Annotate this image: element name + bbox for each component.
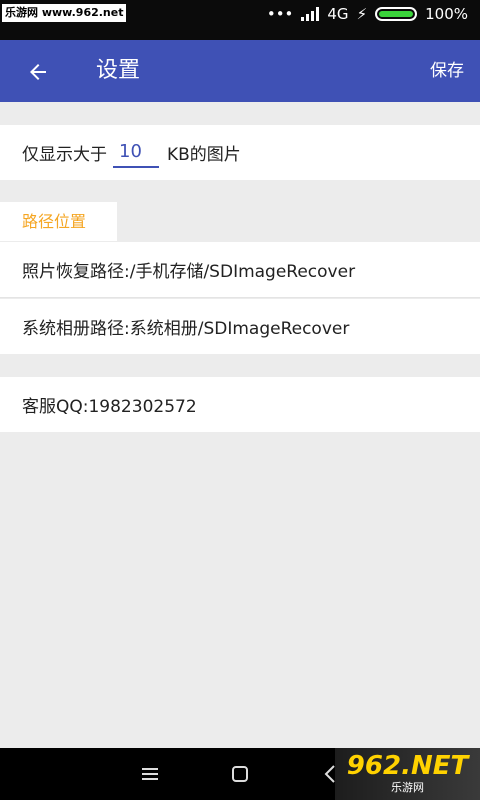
battery-level: 100% (425, 5, 468, 23)
watermark-logo-subtext: 乐游网 (391, 781, 424, 794)
menu-icon (142, 768, 158, 780)
photo-recover-path-text: 照片恢复路径:/手机存储/SDImageRecover (22, 262, 356, 282)
support-qq-item: 客服QQ:1982302572 (0, 377, 480, 432)
page-title: 设置 (96, 58, 141, 83)
size-filter-prefix: 仅显示大于 (22, 145, 107, 165)
battery-icon (375, 7, 418, 21)
size-filter-suffix: KB的图片 (167, 145, 241, 165)
status-bar: 乐游网 www.962.net ••• 4G ⚡ 100% (0, 0, 480, 40)
save-button[interactable]: 保存 (430, 40, 464, 102)
signal-icon (301, 7, 320, 21)
album-path-item[interactable]: 系统相册路径:系统相册/SDImageRecover (0, 299, 480, 354)
home-button[interactable] (215, 748, 265, 800)
back-button[interactable] (18, 52, 58, 92)
size-filter-row: 仅显示大于 KB的图片 (0, 125, 480, 180)
watermark-logo-text: 962.NET (346, 751, 469, 781)
watermark-label: 乐游网 www.962.net (2, 4, 127, 22)
site-watermark-logo: 962.NET 乐游网 (335, 748, 480, 800)
support-qq-text: 客服QQ:1982302572 (22, 397, 197, 417)
status-icons: ••• 4G ⚡ 100% (267, 0, 468, 28)
home-square-icon (232, 766, 248, 782)
section-header-paths: 路径位置 (0, 202, 117, 241)
menu-button[interactable] (125, 748, 175, 800)
min-size-input[interactable] (113, 137, 159, 168)
network-type: 4G (327, 5, 349, 23)
photo-recover-path-item[interactable]: 照片恢复路径:/手机存储/SDImageRecover (0, 242, 480, 298)
charging-icon: ⚡ (356, 5, 368, 23)
album-path-text: 系统相册路径:系统相册/SDImageRecover (22, 319, 350, 339)
app-bar: 设置 保存 (0, 40, 480, 102)
arrow-left-icon (30, 64, 46, 80)
more-dots-icon: ••• (266, 5, 294, 23)
